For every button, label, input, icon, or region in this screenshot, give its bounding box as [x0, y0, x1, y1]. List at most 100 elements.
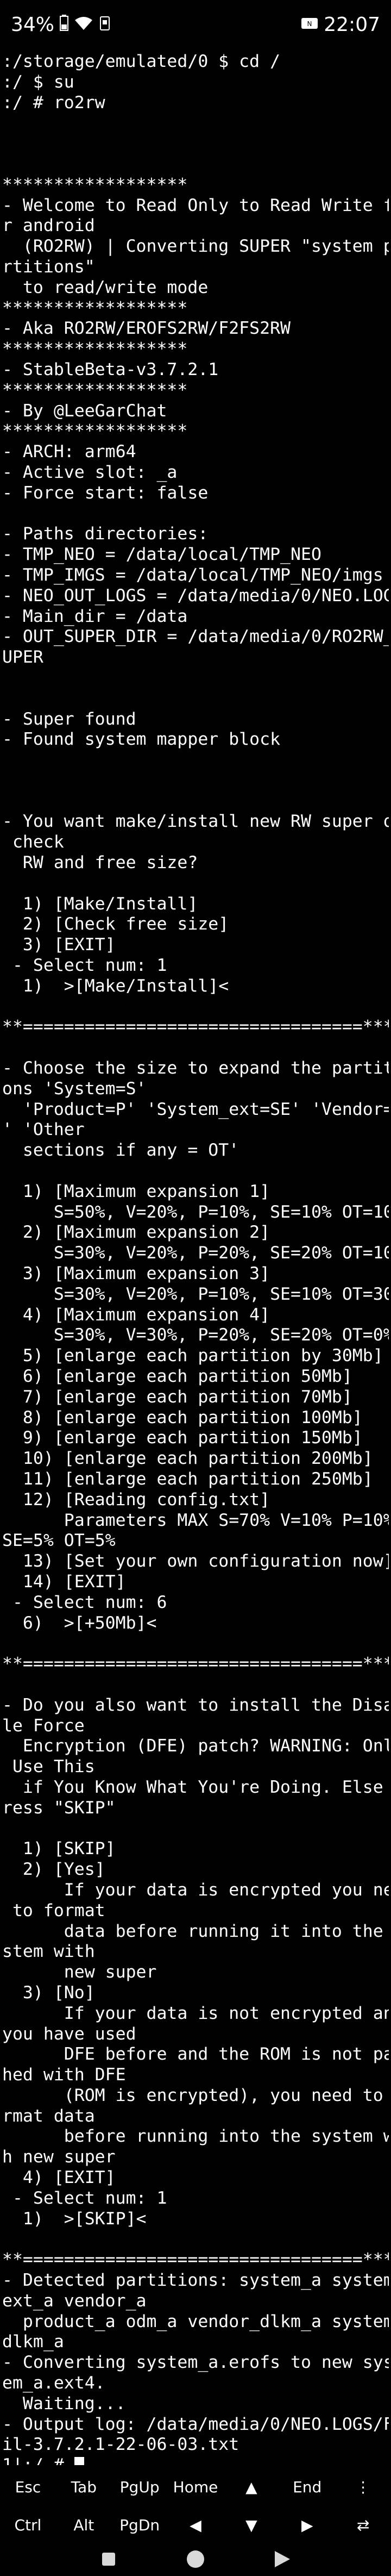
terminal-line: 1) [Make/Install]: [2, 894, 198, 914]
terminal-line: ******************: [2, 174, 188, 195]
terminal-output[interactable]: :/storage/emulated/0 $ cd /:/ $ su:/ # r…: [0, 52, 391, 2465]
terminal-line: - Found system mapper block: [2, 729, 281, 750]
extra-keys-bar: Esc Tab PgUp Home ▲ End ⋮ Ctrl Alt PgDn ◀ ▼ ▶ ⇄: [0, 2468, 391, 2544]
terminal-line: :/ $ su: [2, 72, 74, 92]
terminal-line: - Select num: 1: [2, 2188, 167, 2208]
terminal-line: - Welcome to Read Only to Read Write fo: [2, 195, 389, 215]
key-row2-2[interactable]: PgDn: [112, 2506, 168, 2544]
terminal-line: 4) [EXIT]: [2, 2168, 116, 2188]
terminal-line: to read/write mode: [2, 277, 209, 297]
terminal-line: if You Know What You're Doing. Else P: [2, 1777, 389, 1797]
terminal-line: h new super: [2, 2147, 116, 2167]
terminal-line: 7) [enlarge each partition 70Mb]: [2, 1387, 352, 1407]
terminal-line: product_a odm_a vendor_dlkm_a system_: [2, 2311, 389, 2331]
terminal-line: SE=5% OT=5%: [2, 1531, 116, 1551]
terminal-line: - Select num: 1: [2, 956, 167, 976]
terminal-line: new super: [2, 1962, 157, 1982]
terminal-line: - NEO_OUT_LOGS = /data/media/0/NEO.LOGS: [2, 585, 389, 606]
key-row2-5[interactable]: ▶: [279, 2506, 335, 2544]
terminal-line: 11) [enlarge each partition 250Mb]: [2, 1469, 373, 1489]
battery-percent: 34%: [11, 13, 55, 36]
terminal-line: :/ # ro2rw: [2, 92, 105, 113]
notification-icon: [99, 14, 111, 36]
terminal-line: 3) [Maximum expansion 3]: [2, 1264, 270, 1284]
shell-prompt: 1|:/ #: [2, 2455, 74, 2465]
terminal-line: Waiting...: [2, 2393, 126, 2413]
navigation-bar: [0, 2544, 391, 2576]
terminal-line: 3) [No]: [2, 1982, 95, 2003]
terminal-line: 1) >[Make/Install]<: [2, 976, 229, 996]
terminal-line: Encryption (DFE) patch? WARNING: Only: [2, 1736, 389, 1756]
terminal-prompt-line[interactable]: 1|:/ #: [2, 2455, 389, 2465]
terminal-line: - Converting system_a.erofs to new syst: [2, 2353, 389, 2373]
back-button[interactable]: [266, 2547, 299, 2574]
terminal-line: 14) [EXIT]: [2, 1571, 126, 1592]
key-row1-3[interactable]: Home: [168, 2468, 224, 2506]
terminal-line: - Active slot: _a: [2, 462, 178, 482]
terminal-line: em_a.ext4.: [2, 2373, 105, 2393]
status-right: N 22:07: [301, 14, 380, 36]
terminal-line: 8) [enlarge each partition 100Mb]: [2, 1407, 363, 1427]
terminal-line: sections if any = OT': [2, 1140, 239, 1161]
terminal-line: - Choose the size to expand the partiti: [2, 1058, 389, 1078]
key-row2-0[interactable]: Ctrl: [0, 2506, 56, 2544]
terminal-line: 9) [enlarge each partition 150Mb]: [2, 1428, 363, 1448]
key-row1-4[interactable]: ▲: [223, 2468, 279, 2506]
status-left: 34%: [11, 14, 111, 36]
terminal-line: 6) [enlarge each partition 50Mb]: [2, 1367, 352, 1386]
terminal-line: S=30%, V=30%, P=20%, SE=20% OT=0%: [2, 1325, 389, 1345]
home-button[interactable]: [179, 2547, 212, 2574]
key-row2-3[interactable]: ◀: [168, 2506, 224, 2544]
terminal-line: le Force: [2, 1716, 85, 1736]
recents-button[interactable]: [92, 2547, 125, 2574]
key-row1-5[interactable]: End: [279, 2468, 335, 2506]
terminal-line: - By @LeeGarChat: [2, 401, 167, 421]
key-row2-1[interactable]: Alt: [56, 2506, 112, 2544]
terminal-line: If your data is not encrypted and: [2, 2003, 389, 2023]
extra-keys-row-1: Esc Tab PgUp Home ▲ End ⋮: [0, 2468, 391, 2506]
text-cursor: [74, 2457, 84, 2465]
terminal-line: ' 'Other: [2, 1120, 85, 1140]
terminal-line: hed with DFE: [2, 2065, 126, 2085]
terminal-line: - Aka RO2RW/EROFS2RW/F2FS2RW: [2, 319, 291, 339]
wifi-icon: [74, 14, 93, 36]
terminal-line: - Detected partitions: system_a system_: [2, 2271, 389, 2291]
home-icon: [186, 2549, 205, 2571]
terminal-line: **=================================***: [2, 1654, 389, 1674]
terminal-line: 6) >[+50Mb]<: [2, 1613, 157, 1633]
terminal-line: :/storage/emulated/0 $ cd /: [2, 52, 281, 71]
terminal-line: 10) [enlarge each partition 200Mb]: [2, 1449, 373, 1469]
terminal-line: DFE before and the ROM is not patc: [2, 2044, 389, 2064]
terminal-line: **=================================***: [2, 1017, 389, 1037]
terminal-line: dlkm_a: [2, 2332, 64, 2352]
terminal-line: 13) [Set your own configuration now]: [2, 1551, 389, 1571]
key-row1-2[interactable]: PgUp: [112, 2468, 168, 2506]
terminal-line: S=30%, V=20%, P=10%, SE=10% OT=30%: [2, 1284, 389, 1304]
terminal-line: - Force start: false: [2, 483, 209, 503]
terminal-line: before running into the system wit: [2, 2126, 389, 2147]
key-row1-1[interactable]: Tab: [56, 2468, 112, 2506]
clock: 22:07: [324, 13, 380, 36]
terminal-line: - TMP_NEO = /data/local/TMP_NEO: [2, 545, 321, 565]
terminal-line: 4) [Maximum expansion 4]: [2, 1305, 270, 1325]
nfc-icon: N: [301, 14, 318, 36]
terminal-line: ress "SKIP": [2, 1798, 116, 1818]
terminal-line: rmat data: [2, 2106, 95, 2126]
terminal-line: 1) >[SKIP]<: [2, 2209, 147, 2229]
key-row1-6[interactable]: ⋮: [335, 2468, 391, 2506]
key-row1-0[interactable]: Esc: [0, 2468, 56, 2506]
key-row2-6[interactable]: ⇄: [335, 2506, 391, 2544]
terminal-line: 3) [EXIT]: [2, 935, 116, 955]
key-row2-4[interactable]: ▼: [223, 2506, 279, 2544]
terminal-line: **=================================***: [2, 2250, 389, 2270]
